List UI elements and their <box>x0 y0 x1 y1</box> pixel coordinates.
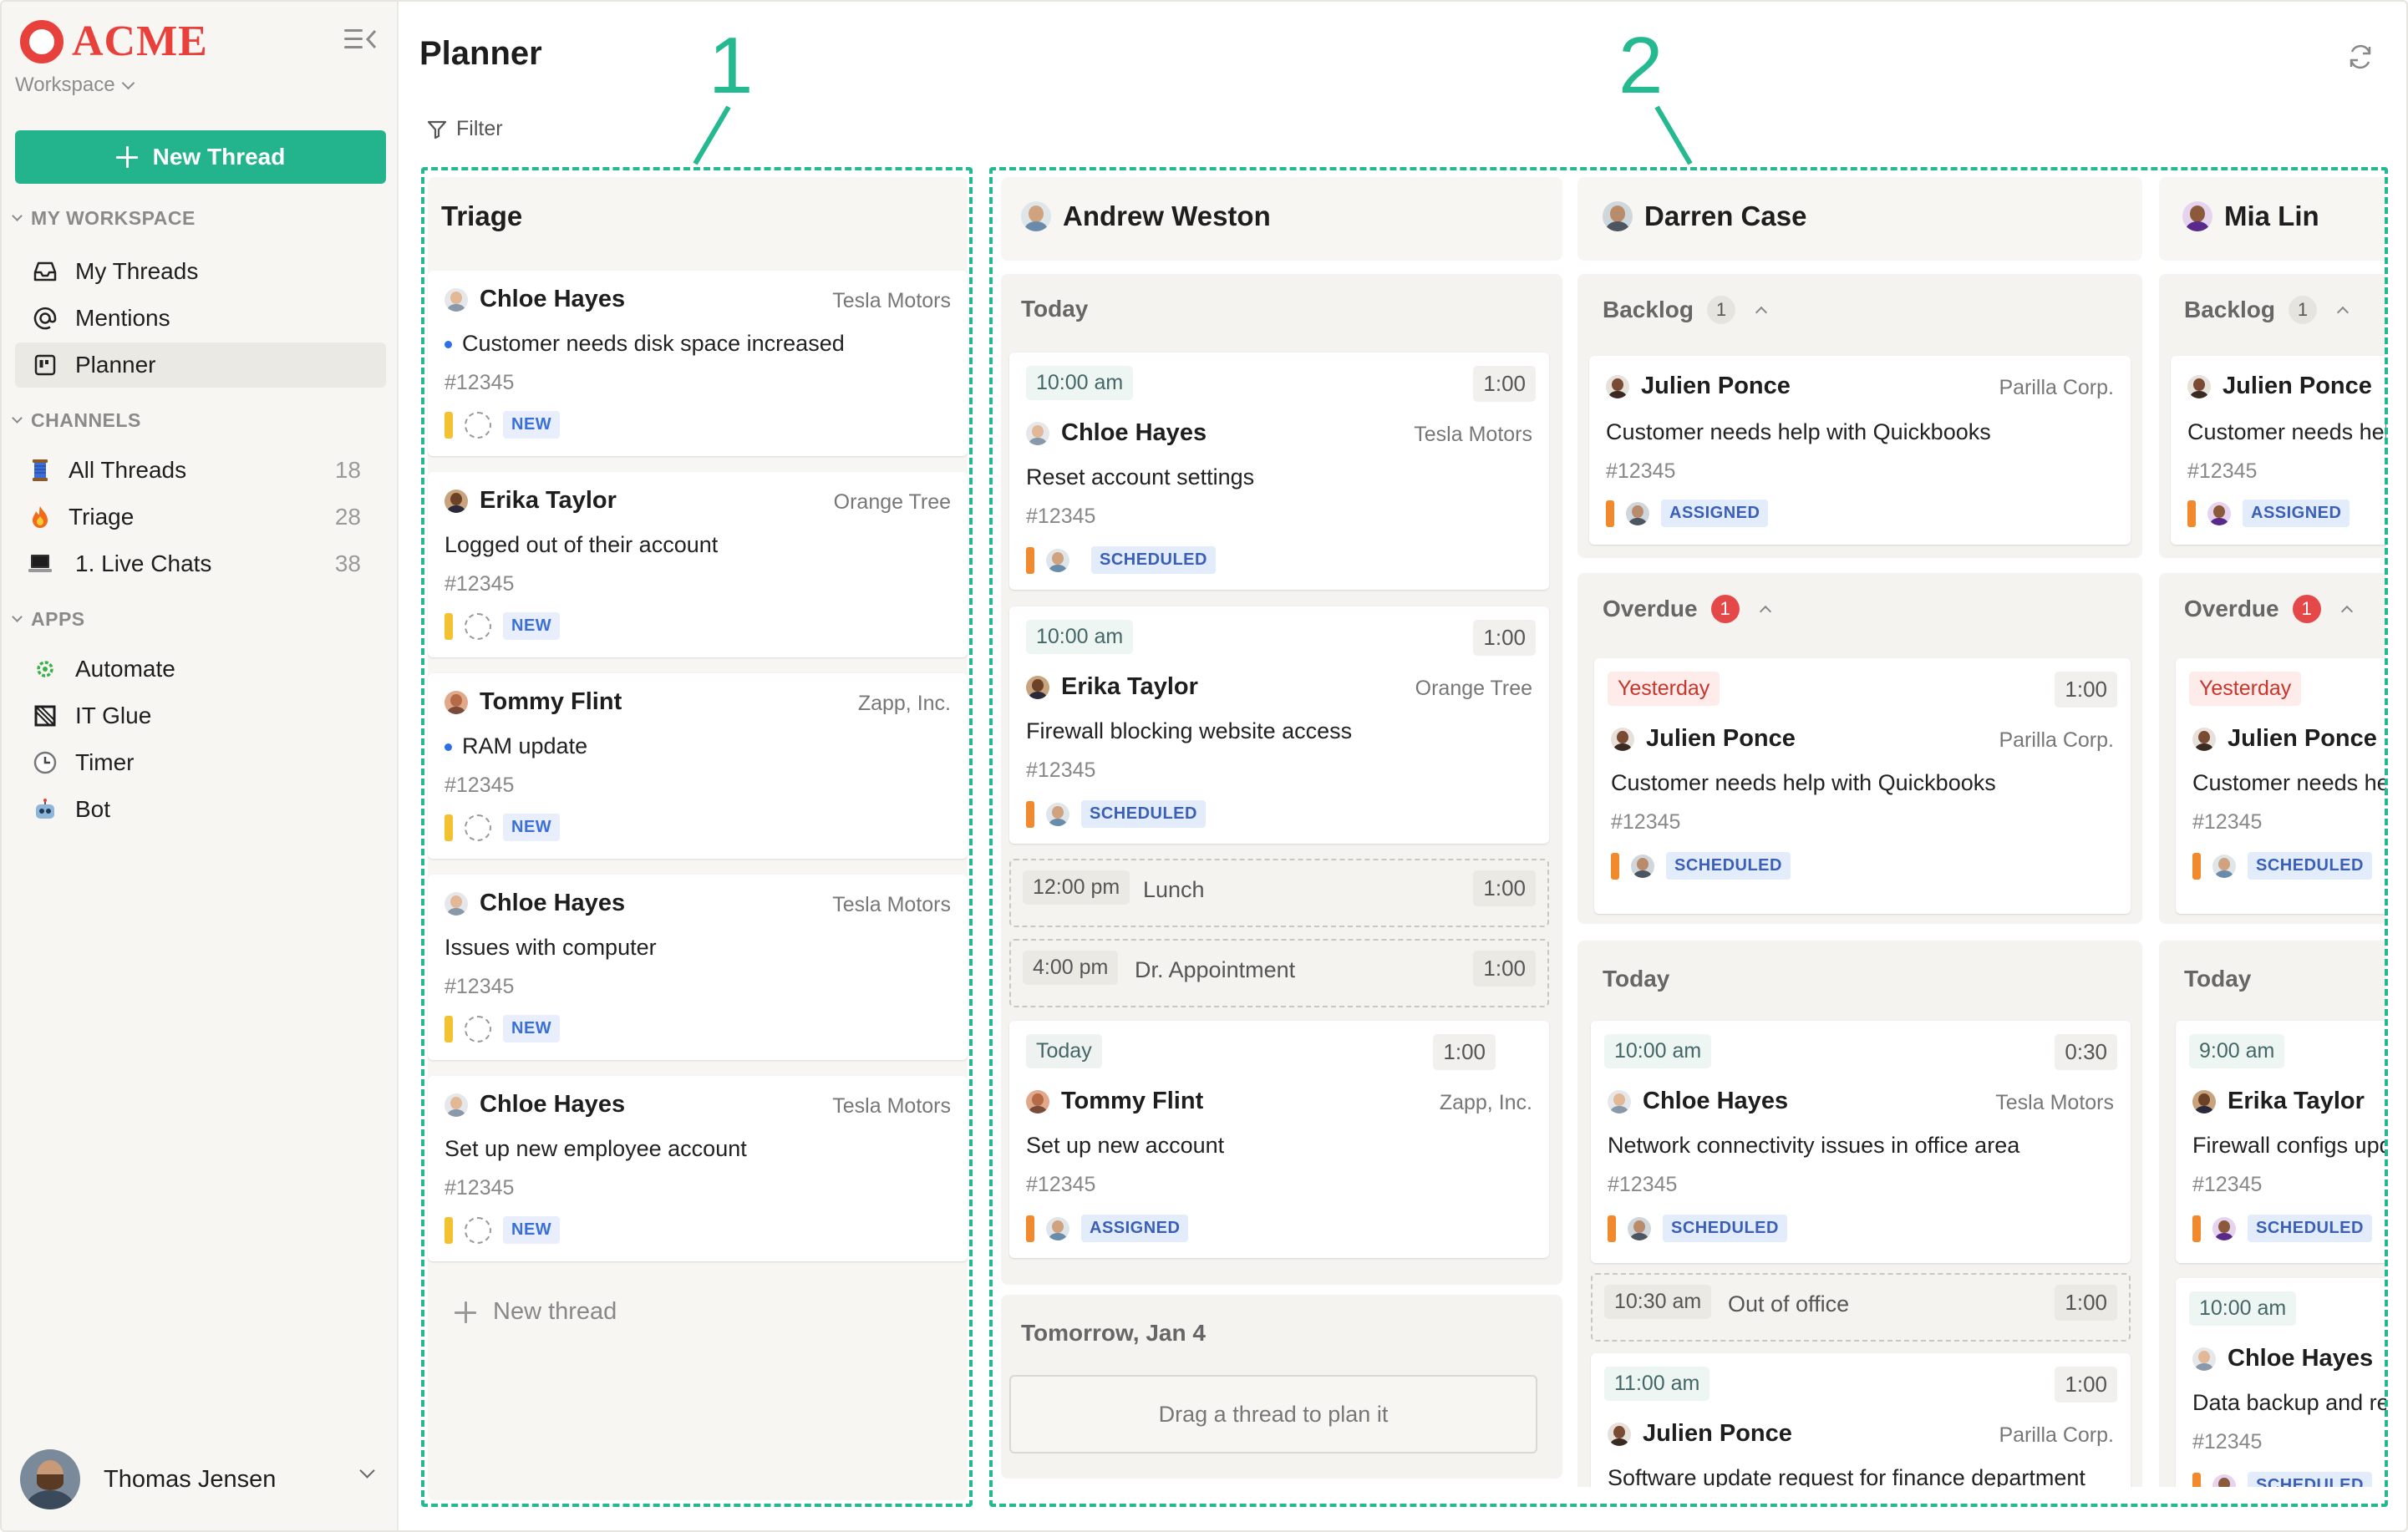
new-thread-button[interactable]: New Thread <box>15 130 386 184</box>
nav-my-threads[interactable]: My Threads <box>15 249 386 294</box>
callout-pointer <box>693 105 731 165</box>
channel-count: 18 <box>334 457 361 483</box>
chevron-down-icon <box>12 413 23 424</box>
plus-icon <box>115 146 138 168</box>
logo-text: ACME <box>72 18 208 65</box>
nav-label: Triage <box>69 504 135 530</box>
app-it-glue[interactable]: IT Glue <box>15 693 386 738</box>
sidebar: ACME Workspace New Thread MY WORKSPACE M… <box>2 2 399 1530</box>
channel-all-threads[interactable]: All Threads 18 <box>15 448 386 493</box>
nav-planner[interactable]: Planner <box>15 342 386 388</box>
filter-icon <box>427 120 447 139</box>
nav-label: 1. Live Chats <box>75 550 212 576</box>
app-automate[interactable]: Automate <box>15 647 386 692</box>
robot-icon <box>32 796 58 823</box>
nav-label: Planner <box>75 352 156 378</box>
refresh-icon[interactable] <box>2345 42 2375 72</box>
nav-label: IT Glue <box>75 703 152 728</box>
app-window: ACME Workspace New Thread MY WORKSPACE M… <box>0 0 2408 1532</box>
acme-logo[interactable]: ACME <box>20 17 208 66</box>
workspace-switcher[interactable]: Workspace <box>15 74 135 97</box>
section-label: MY WORKSPACE <box>31 207 196 229</box>
workspace-label: Workspace <box>15 74 115 96</box>
nav-label: All Threads <box>69 457 187 483</box>
section-label: APPS <box>31 608 85 630</box>
highlight-box-triage <box>421 167 973 1507</box>
chevron-down-icon <box>12 211 23 221</box>
channel-count: 38 <box>334 550 361 576</box>
section-apps[interactable]: APPS <box>12 608 85 631</box>
user-avatar <box>20 1449 80 1509</box>
section-channels[interactable]: CHANNELS <box>12 409 141 432</box>
clock-icon <box>32 749 58 776</box>
fire-icon <box>27 504 53 530</box>
section-label: CHANNELS <box>31 409 141 431</box>
at-icon <box>32 305 58 332</box>
filter-button[interactable]: Filter <box>426 117 503 141</box>
callout-number: 1 <box>709 21 754 110</box>
laptop-icon <box>27 550 53 577</box>
user-menu[interactable]: Thomas Jensen <box>20 1448 388 1510</box>
user-name: Thomas Jensen <box>104 1465 277 1493</box>
nav-mentions[interactable]: Mentions <box>15 296 386 341</box>
channel-live-chats[interactable]: 1. Live Chats 38 <box>15 541 386 586</box>
spool-icon <box>27 457 53 484</box>
app-bot[interactable]: Bot <box>15 787 386 832</box>
inbox-icon <box>32 258 58 285</box>
chevron-down-icon <box>359 1463 375 1479</box>
nav-label: Bot <box>75 796 111 822</box>
nav-label: Mentions <box>75 305 170 331</box>
chevron-down-icon <box>121 76 135 89</box>
channel-triage[interactable]: Triage 28 <box>15 495 386 540</box>
callout-pointer <box>1654 105 1693 165</box>
itglue-icon <box>32 703 58 729</box>
chevron-down-icon <box>12 611 23 622</box>
gear-icon <box>32 656 58 682</box>
callout-number: 2 <box>1618 21 1664 110</box>
planner-icon <box>32 352 58 378</box>
page-title: Planner <box>419 35 542 72</box>
section-my-workspace[interactable]: MY WORKSPACE <box>12 207 196 230</box>
highlight-box-planner <box>989 167 2388 1507</box>
nav-label: Automate <box>75 656 175 682</box>
logo-mark <box>20 19 64 63</box>
filter-label: Filter <box>456 117 503 140</box>
new-thread-label: New Thread <box>152 144 286 170</box>
channel-count: 28 <box>334 504 361 530</box>
collapse-sidebar-icon[interactable] <box>344 27 378 52</box>
nav-label: Timer <box>75 749 135 775</box>
nav-label: My Threads <box>75 258 199 284</box>
app-timer[interactable]: Timer <box>15 740 386 785</box>
